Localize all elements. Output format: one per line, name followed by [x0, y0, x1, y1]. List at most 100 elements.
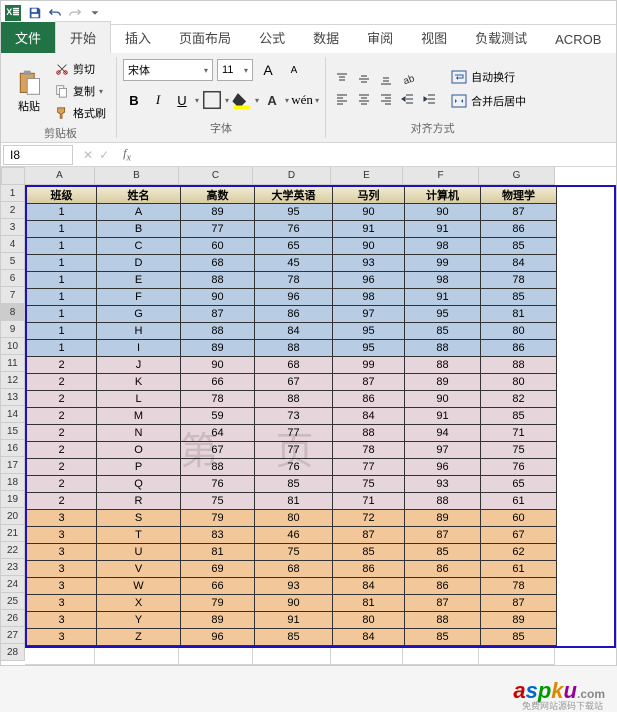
data-cell[interactable]: 86 [481, 340, 557, 357]
data-cell[interactable]: 68 [255, 357, 333, 374]
data-cell[interactable]: 89 [405, 374, 481, 391]
data-cell[interactable]: 95 [405, 306, 481, 323]
tab-page-layout[interactable]: 页面布局 [165, 22, 245, 53]
data-cell[interactable]: 66 [181, 578, 255, 595]
data-cell[interactable]: 75 [481, 442, 557, 459]
data-cell[interactable]: 93 [405, 476, 481, 493]
fx-icon[interactable]: fx [117, 146, 137, 163]
data-cell[interactable]: 88 [181, 323, 255, 340]
data-cell[interactable]: 78 [255, 272, 333, 289]
data-cell[interactable]: 71 [481, 425, 557, 442]
data-cell[interactable]: 85 [405, 629, 481, 646]
data-cell[interactable]: 95 [255, 204, 333, 221]
tab-acrobat[interactable]: ACROB [541, 26, 615, 53]
data-cell[interactable]: 84 [333, 408, 405, 425]
col-header-F[interactable]: F [403, 167, 479, 185]
data-cell[interactable]: 86 [405, 578, 481, 595]
data-cell[interactable]: 3 [27, 561, 97, 578]
data-cell[interactable]: 90 [255, 595, 333, 612]
italic-button[interactable]: I [147, 89, 169, 111]
align-bottom-button[interactable] [376, 70, 396, 88]
data-cell[interactable]: 3 [27, 527, 97, 544]
col-header-D[interactable]: D [253, 167, 331, 185]
data-cell[interactable]: 85 [333, 544, 405, 561]
data-cell[interactable]: 2 [27, 442, 97, 459]
header-cell[interactable]: 计算机 [405, 187, 481, 204]
data-cell[interactable]: Y [97, 612, 181, 629]
row-header-2[interactable]: 2 [1, 202, 25, 219]
row-header-23[interactable]: 23 [1, 559, 25, 576]
data-cell[interactable]: 65 [481, 476, 557, 493]
col-header-B[interactable]: B [95, 167, 179, 185]
data-cell[interactable]: 95 [333, 323, 405, 340]
data-cell[interactable]: 78 [481, 578, 557, 595]
empty-cell[interactable] [253, 648, 331, 665]
data-cell[interactable]: 84 [333, 578, 405, 595]
col-header-E[interactable]: E [331, 167, 403, 185]
row-header-17[interactable]: 17 [1, 457, 25, 474]
data-cell[interactable]: 96 [405, 459, 481, 476]
cut-button[interactable]: 剪切 [51, 59, 110, 79]
data-cell[interactable]: 78 [481, 272, 557, 289]
data-cell[interactable]: 1 [27, 340, 97, 357]
data-cell[interactable]: 90 [181, 289, 255, 306]
data-cell[interactable]: 89 [405, 510, 481, 527]
row-header-20[interactable]: 20 [1, 508, 25, 525]
data-cell[interactable]: 88 [481, 357, 557, 374]
data-cell[interactable]: 96 [333, 272, 405, 289]
data-cell[interactable]: 90 [333, 238, 405, 255]
row-header-26[interactable]: 26 [1, 610, 25, 627]
data-cell[interactable]: N [97, 425, 181, 442]
data-cell[interactable]: 79 [181, 510, 255, 527]
increase-font-button[interactable]: A [257, 59, 279, 81]
data-cell[interactable]: 60 [481, 510, 557, 527]
data-cell[interactable]: 89 [181, 204, 255, 221]
data-cell[interactable]: M [97, 408, 181, 425]
data-cell[interactable]: 72 [333, 510, 405, 527]
undo-icon[interactable] [45, 3, 65, 23]
data-cell[interactable]: 97 [405, 442, 481, 459]
data-cell[interactable]: 83 [181, 527, 255, 544]
header-cell[interactable]: 班级 [27, 187, 97, 204]
data-cell[interactable]: V [97, 561, 181, 578]
data-cell[interactable]: 86 [255, 306, 333, 323]
data-cell[interactable]: 3 [27, 612, 97, 629]
data-cell[interactable]: 94 [405, 425, 481, 442]
decrease-font-button[interactable]: A [283, 59, 305, 81]
data-cell[interactable]: 98 [333, 289, 405, 306]
tab-formulas[interactable]: 公式 [245, 22, 299, 53]
data-cell[interactable]: 96 [181, 629, 255, 646]
data-cell[interactable]: 71 [333, 493, 405, 510]
data-cell[interactable]: 76 [255, 459, 333, 476]
increase-indent-button[interactable] [420, 90, 440, 108]
data-cell[interactable]: 81 [333, 595, 405, 612]
data-cell[interactable]: 84 [333, 629, 405, 646]
data-cell[interactable]: I [97, 340, 181, 357]
data-cell[interactable]: 68 [181, 255, 255, 272]
header-cell[interactable]: 物理学 [481, 187, 557, 204]
data-cell[interactable]: 2 [27, 459, 97, 476]
data-cell[interactable]: 91 [405, 289, 481, 306]
data-cell[interactable]: 2 [27, 476, 97, 493]
data-cell[interactable]: 89 [481, 612, 557, 629]
data-cell[interactable]: 90 [333, 204, 405, 221]
row-header-22[interactable]: 22 [1, 542, 25, 559]
data-cell[interactable]: 2 [27, 357, 97, 374]
tab-insert[interactable]: 插入 [111, 22, 165, 53]
phonetic-button[interactable]: wén [291, 89, 313, 111]
data-cell[interactable]: 85 [481, 629, 557, 646]
col-header-G[interactable]: G [479, 167, 555, 185]
data-cell[interactable]: 2 [27, 493, 97, 510]
tab-load-test[interactable]: 负载测试 [461, 22, 541, 53]
data-cell[interactable]: 87 [181, 306, 255, 323]
data-cell[interactable]: 91 [255, 612, 333, 629]
data-cell[interactable]: 85 [481, 238, 557, 255]
data-cell[interactable]: 87 [481, 204, 557, 221]
data-cell[interactable]: 80 [481, 374, 557, 391]
row-header-8[interactable]: 8 [1, 304, 25, 321]
data-cell[interactable]: 97 [333, 306, 405, 323]
font-size-select[interactable]: 11▾ [217, 59, 253, 81]
row-header-9[interactable]: 9 [1, 321, 25, 338]
data-cell[interactable]: 1 [27, 204, 97, 221]
data-cell[interactable]: 2 [27, 391, 97, 408]
